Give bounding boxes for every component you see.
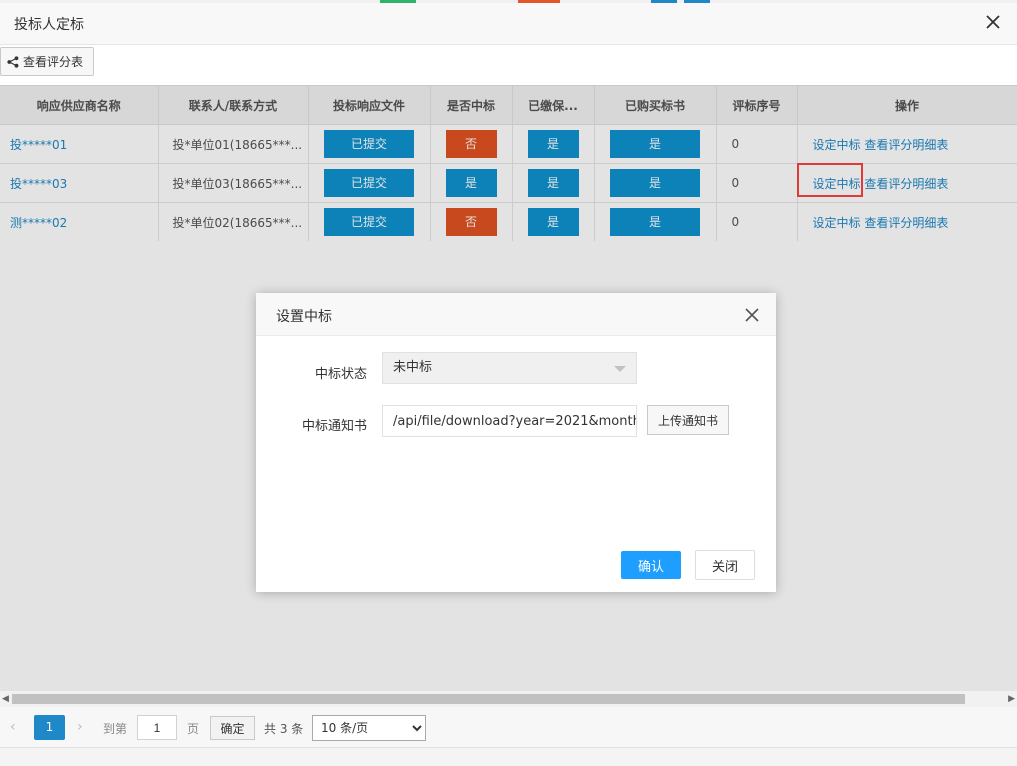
page-label: 页 <box>187 722 200 736</box>
contact-cell: 投*单位02(18665***... <box>158 202 309 242</box>
goto-confirm-button[interactable]: 确定 <box>210 716 255 740</box>
goto-label: 到第 <box>103 722 128 736</box>
bought-status-tag[interactable]: 是 <box>610 130 700 158</box>
window-title: 投标人定标 <box>14 17 84 33</box>
page-size-select[interactable]: 10 条/页 <box>312 715 426 741</box>
supplier-name-link[interactable]: 投*****03 <box>10 177 67 191</box>
table-row: 投*****03 投*单位03(18665***... 已提交 是 是 是 0 … <box>0 163 1017 203</box>
supplier-name-link[interactable]: 投*****01 <box>10 138 67 152</box>
caret-down-icon <box>614 366 626 372</box>
won-status-tag[interactable]: 是 <box>445 169 497 197</box>
view-score-detail-link[interactable]: 查看评分明细表 <box>864 216 948 230</box>
confirm-button[interactable]: 确认 <box>621 551 681 579</box>
window-header: 投标人定标 <box>0 3 1017 45</box>
won-status-tag[interactable]: 否 <box>445 130 497 158</box>
set-winner-link[interactable]: 设定中标 <box>813 177 861 191</box>
column-header[interactable]: 联系人/联系方式 <box>158 85 309 125</box>
column-header[interactable]: 投标响应文件 <box>308 85 431 125</box>
deposit-status-tag[interactable]: 是 <box>527 130 579 158</box>
seq-cell: 0 <box>716 163 798 203</box>
bidder-table: 响应供应商名称 联系人/联系方式 投标响应文件 是否中标 已缴保... 已购买标… <box>0 85 1017 242</box>
column-header[interactable]: 操作 <box>797 85 1017 125</box>
view-score-table-button[interactable]: 查看评分表 <box>0 47 95 76</box>
status-label: 中标状态 <box>314 367 367 382</box>
notice-label: 中标通知书 <box>301 419 367 434</box>
table-row: 投*****01 投*单位01(18665***... 已提交 否 是 是 0 … <box>0 124 1017 164</box>
close-icon[interactable] <box>744 307 760 323</box>
contact-cell: 投*单位01(18665***... <box>158 124 309 164</box>
table-header-row: 响应供应商名称 联系人/联系方式 投标响应文件 是否中标 已缴保... 已购买标… <box>0 85 1017 125</box>
column-header[interactable]: 评标序号 <box>716 85 798 125</box>
seq-cell: 0 <box>716 202 798 242</box>
scrollbar-thumb[interactable] <box>12 694 965 704</box>
deposit-status-tag[interactable]: 是 <box>527 169 579 197</box>
set-winner-link[interactable]: 设定中标 <box>813 138 861 152</box>
total-count: 共 3 条 <box>264 722 304 736</box>
supplier-name-link[interactable]: 测*****02 <box>10 216 67 230</box>
contact-cell: 投*单位03(18665***... <box>158 163 309 203</box>
chevron-left-icon[interactable]: ‹ <box>10 719 16 735</box>
scroll-right-icon[interactable]: ▶ <box>1008 694 1015 704</box>
pagination: ‹ 1 › 到第 页 确定 共 3 条 10 条/页 <box>0 707 1017 747</box>
view-score-table-label: 查看评分表 <box>23 55 84 69</box>
toolbar: 查看评分表 <box>0 45 1017 85</box>
file-status-tag[interactable]: 已提交 <box>324 130 414 158</box>
view-score-detail-link[interactable]: 查看评分明细表 <box>864 177 948 191</box>
column-header[interactable]: 已购买标书 <box>594 85 717 125</box>
table-row: 测*****02 投*单位02(18665***... 已提交 否 是 是 0 … <box>0 202 1017 242</box>
column-header[interactable]: 响应供应商名称 <box>0 85 159 125</box>
close-icon[interactable] <box>983 12 1003 32</box>
page-number-input[interactable] <box>137 715 177 740</box>
file-status-tag[interactable]: 已提交 <box>324 169 414 197</box>
file-status-tag[interactable]: 已提交 <box>324 208 414 236</box>
upload-notice-button[interactable]: 上传通知书 <box>647 405 729 435</box>
chevron-right-icon[interactable]: › <box>77 719 83 735</box>
column-header[interactable]: 已缴保... <box>512 85 595 125</box>
won-status-tag[interactable]: 否 <box>445 208 497 236</box>
bought-status-tag[interactable]: 是 <box>610 169 700 197</box>
dialog-title: 设置中标 <box>276 309 332 325</box>
bottom-bar <box>0 747 1017 766</box>
set-winner-link[interactable]: 设定中标 <box>813 216 861 230</box>
dialog-header: 设置中标 <box>256 293 776 336</box>
column-header[interactable]: 是否中标 <box>430 85 513 125</box>
status-select[interactable]: 未中标 <box>382 352 637 384</box>
horizontal-scrollbar[interactable]: ◀ ▶ <box>0 691 1017 707</box>
share-icon <box>7 55 19 68</box>
seq-cell: 0 <box>716 124 798 164</box>
set-winner-dialog: 设置中标 中标状态 未中标 中标通知书 上传通知书 确认 关闭 <box>256 293 776 592</box>
notice-url-field[interactable] <box>382 405 637 437</box>
deposit-status-tag[interactable]: 是 <box>527 208 579 236</box>
view-score-detail-link[interactable]: 查看评分明细表 <box>864 138 948 152</box>
bought-status-tag[interactable]: 是 <box>610 208 700 236</box>
current-page-button[interactable]: 1 <box>34 715 65 740</box>
scroll-left-icon[interactable]: ◀ <box>2 694 9 704</box>
status-value: 未中标 <box>393 360 433 375</box>
close-button[interactable]: 关闭 <box>695 550 755 580</box>
